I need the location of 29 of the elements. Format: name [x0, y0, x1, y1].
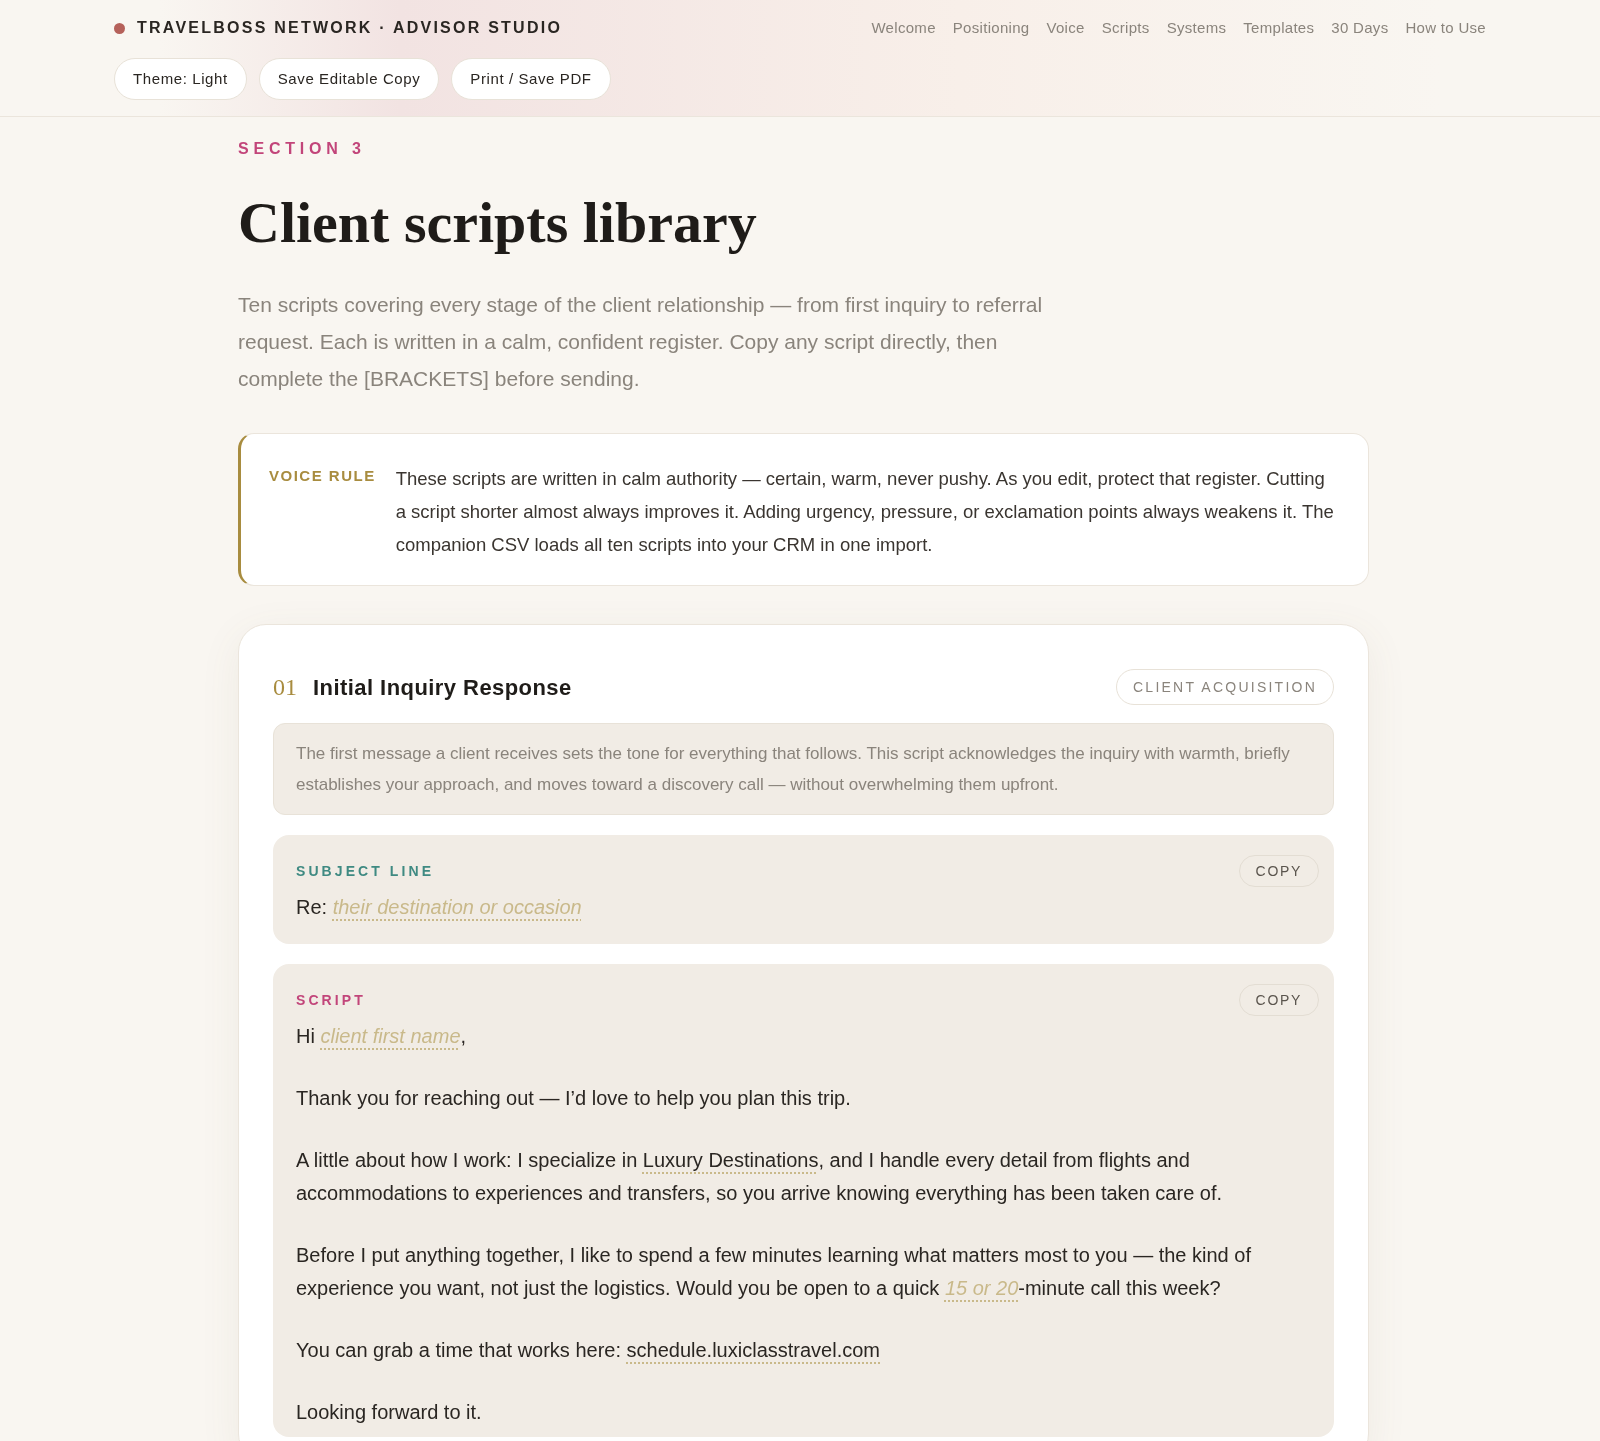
nav-link[interactable]: Positioning — [952, 16, 1030, 40]
section-eyebrow: SECTION 3 — [238, 139, 367, 159]
script-title: Initial Inquiry Response — [313, 674, 572, 702]
panel-label: SCRIPT — [296, 990, 366, 1010]
script-description: The first message a client receives sets the tone for everything that follows. This script acknowledges the inquiry with warmth, briefly establishes your approach, and moves toward a discovery call — without overwhelming them upfront. — [273, 723, 1334, 815]
script-number: 01 — [273, 673, 297, 702]
callout-text: These scripts are written in calm authority — certain, warm, never pushy. As you edit, protect that register. Cutting a script shorter almost always improves it. Adding urgency, pressure, or exclamation points always weakens it. The companion CSV loads all ten scripts into your CRM in one import. — [395, 467, 1335, 557]
nav-link[interactable]: Voice — [1046, 16, 1085, 40]
script-paragraph: Hi client first name, — [296, 1024, 468, 1049]
script-paragraph: A little about how I work: I specialize in Luxury Destinations, and I handle every detail from flights and accommodations to experiences and transfers, so you arrive knowing everything has been taken care of. — [296, 1148, 1224, 1206]
nav-link[interactable]: Welcome — [871, 16, 936, 40]
nav-link[interactable]: How to Use — [1405, 16, 1486, 40]
script-paragraph: Looking forward to it. — [296, 1400, 483, 1425]
brand-name: TRAVELBOSS NETWORK · ADVISOR STUDIO — [137, 18, 563, 38]
script-paragraph: You can grab a time that works here: schedule.luxiclasstravel.com — [296, 1338, 881, 1363]
intro-paragraph: Ten scripts covering every stage of the client relationship — from first inquiry to referral request. Each is written in a calm, confident register. Copy any script directly, then complete the [BRACKETS] before sending. — [238, 292, 1044, 392]
script-paragraph: Before I put anything together, I like to spend a few minutes learning what matters most to you — the kind of experience you want, not just the logistics. Would you be open to a quick 15 or 20-minute call this week? — [296, 1243, 1252, 1301]
callout-label: VOICE RULE — [269, 466, 376, 486]
toolbar-button[interactable]: Print / Save PDF — [451, 58, 611, 100]
nav-link[interactable]: 30 Days — [1331, 16, 1389, 40]
nav-link[interactable]: Templates — [1243, 16, 1315, 40]
panel-label: SUBJECT LINE — [296, 861, 435, 881]
subject-text: Re: their destination or occasion — [296, 895, 583, 920]
nav-link[interactable]: Systems — [1166, 16, 1227, 40]
script-paragraph: Thank you for reaching out — I’d love to help you plan this trip. — [296, 1086, 852, 1111]
toolbar-button[interactable]: Theme: Light — [114, 58, 247, 100]
nav-link[interactable]: Scripts — [1101, 16, 1150, 40]
page-title: Client scripts library — [238, 194, 758, 252]
toolbar-button[interactable]: Save Editable Copy — [258, 58, 440, 100]
